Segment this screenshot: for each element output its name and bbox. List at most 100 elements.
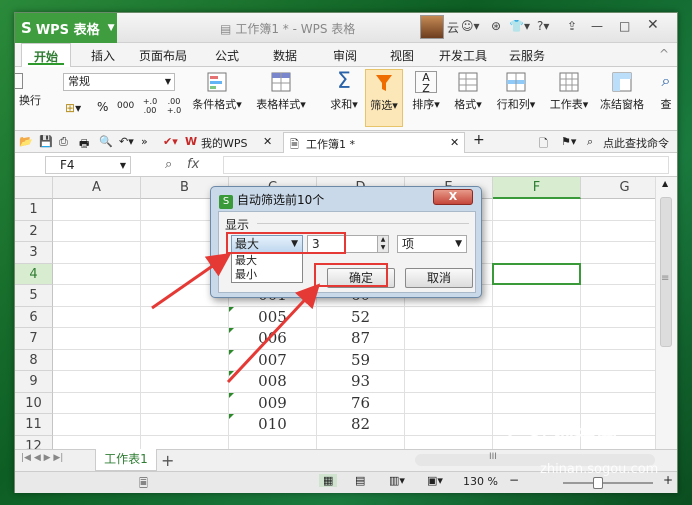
shirt-icon[interactable]: 👕▾ xyxy=(509,19,530,33)
cell-d12[interactable] xyxy=(317,435,405,449)
table-style-button[interactable]: 表格样式▾ xyxy=(251,71,311,112)
close-icon[interactable]: ✕ xyxy=(647,17,659,33)
row-header-3[interactable]: 3 xyxy=(15,242,53,264)
cell-a5[interactable] xyxy=(53,285,141,307)
cell-c9[interactable]: 008 xyxy=(229,371,317,393)
export-pdf-icon[interactable]: ⎙ xyxy=(59,135,68,149)
cell-a4[interactable] xyxy=(53,263,141,285)
zoom-slider[interactable] xyxy=(563,482,653,484)
cell-g6[interactable] xyxy=(581,307,655,328)
reading-mode-icon[interactable]: ▣▾ xyxy=(427,474,443,487)
cell-g4[interactable] xyxy=(581,264,655,285)
column-header-f[interactable]: F xyxy=(493,177,581,199)
option-max[interactable]: 最大 xyxy=(232,254,302,268)
cell-e6[interactable] xyxy=(405,306,493,328)
sort-button[interactable]: AZ 排序▾ xyxy=(409,71,443,112)
worksheet-button[interactable]: 工作表▾ xyxy=(549,71,589,112)
zoom-in-icon[interactable]: + xyxy=(663,473,673,487)
pin-icon[interactable]: ✔▾ xyxy=(163,135,178,148)
open-folder-icon[interactable]: 📂 xyxy=(19,135,33,148)
cell-g7[interactable] xyxy=(581,328,655,350)
unit-select[interactable]: 项 ▼ xyxy=(397,235,467,253)
option-min[interactable]: 最小 xyxy=(232,268,302,282)
collapse-ribbon-icon[interactable]: ^ xyxy=(659,47,669,61)
row-header-4[interactable]: 4 xyxy=(15,263,53,285)
row-header-11[interactable]: 11 xyxy=(15,414,53,436)
format-button[interactable]: 格式▾ xyxy=(451,71,485,112)
cell-f6[interactable] xyxy=(493,306,581,328)
scroll-up-icon[interactable]: ▲ xyxy=(662,179,668,188)
cell-f1[interactable] xyxy=(493,199,581,221)
close-tab-icon[interactable]: ✕ xyxy=(450,136,459,149)
cell-e7[interactable] xyxy=(405,328,493,350)
flag-icon[interactable]: ⚑▾ xyxy=(561,135,576,148)
row-header-1[interactable]: 1 xyxy=(15,199,53,221)
cell-f9[interactable] xyxy=(493,371,581,393)
thousand-separator-button[interactable]: 000 xyxy=(117,101,134,111)
cell-g9[interactable] xyxy=(581,371,655,393)
cell-g8[interactable] xyxy=(581,350,655,371)
conditional-format-button[interactable]: 条件格式▾ xyxy=(189,71,245,112)
add-sheet-button[interactable]: + xyxy=(161,451,174,470)
row-header-6[interactable]: 6 xyxy=(15,306,53,328)
zoom-slider-thumb[interactable] xyxy=(593,477,603,489)
page-break-view-icon[interactable]: ▥▾ xyxy=(389,474,405,487)
filter-button[interactable]: 筛选▾ xyxy=(365,69,403,127)
tab-cloud[interactable]: 云服务 xyxy=(509,47,545,64)
cell-d11[interactable]: 82 xyxy=(317,414,405,436)
cell-b7[interactable] xyxy=(141,328,229,350)
help-icon[interactable]: ?▾ xyxy=(537,19,549,33)
formula-input[interactable] xyxy=(223,156,669,174)
row-header-10[interactable]: 10 xyxy=(15,392,53,414)
cell-c8[interactable]: 007 xyxy=(229,349,317,371)
avatar[interactable] xyxy=(420,15,444,39)
cell-g10[interactable] xyxy=(581,393,655,414)
cell-e8[interactable] xyxy=(405,349,493,371)
number-format-select[interactable]: 常规 ▼ xyxy=(63,73,175,91)
tab-insert[interactable]: 插入 xyxy=(91,47,115,64)
cell-b6[interactable] xyxy=(141,306,229,328)
dialog-close-button[interactable]: X xyxy=(433,189,473,205)
cell-d8[interactable]: 59 xyxy=(317,349,405,371)
page-layout-view-icon[interactable]: ▤ xyxy=(355,474,365,487)
print-preview-icon[interactable]: 🔍 xyxy=(99,135,113,148)
cloud-label[interactable]: 云 xyxy=(447,19,459,36)
cell-b9[interactable] xyxy=(141,371,229,393)
cell-c11[interactable]: 010 xyxy=(229,414,317,436)
smile-icon[interactable]: ☺▾ xyxy=(461,19,480,33)
cell-a11[interactable] xyxy=(53,414,141,436)
zoom-out-icon[interactable]: − xyxy=(509,473,519,487)
save-icon[interactable]: 💾 xyxy=(39,135,53,148)
doc-icon[interactable]: 🗋 xyxy=(539,135,548,154)
zoom-level[interactable]: 130 % xyxy=(463,475,498,488)
cell-d9[interactable]: 93 xyxy=(317,371,405,393)
find-button[interactable]: ⌕ 查 xyxy=(655,71,677,112)
normal-view-icon[interactable]: ▦ xyxy=(319,474,338,487)
cell-a8[interactable] xyxy=(53,349,141,371)
cell-a9[interactable] xyxy=(53,371,141,393)
upload-icon[interactable]: ⇪ xyxy=(567,19,577,33)
cell-c12[interactable] xyxy=(229,435,317,449)
cell-f8[interactable] xyxy=(493,349,581,371)
cell-c7[interactable]: 006 xyxy=(229,328,317,350)
cell-a2[interactable] xyxy=(53,220,141,242)
tab-view[interactable]: 视图 xyxy=(390,47,414,64)
cell-a7[interactable] xyxy=(53,328,141,350)
tab-formula[interactable]: 公式 xyxy=(215,47,239,64)
column-header-g[interactable]: G xyxy=(581,177,655,199)
cell-a6[interactable] xyxy=(53,306,141,328)
cell-g2[interactable] xyxy=(581,221,655,242)
count-spinner[interactable]: ▲ ▼ xyxy=(377,235,389,253)
minimize-icon[interactable]: — xyxy=(591,19,603,33)
tab-developer[interactable]: 开发工具 xyxy=(439,47,487,64)
cell-d7[interactable]: 87 xyxy=(317,328,405,350)
zoom-lens-icon[interactable]: ⌕ xyxy=(165,157,172,172)
cell-c10[interactable]: 009 xyxy=(229,392,317,414)
sheet-tab-1[interactable]: 工作表1 xyxy=(95,449,157,471)
cell-b10[interactable] xyxy=(141,392,229,414)
decrease-decimal-button[interactable]: .00 +.0 xyxy=(163,97,185,115)
tab-data[interactable]: 数据 xyxy=(273,47,297,64)
cell-a10[interactable] xyxy=(53,392,141,414)
row-header-2[interactable]: 2 xyxy=(15,220,53,242)
command-search[interactable]: 点此查找命令 xyxy=(603,135,669,151)
